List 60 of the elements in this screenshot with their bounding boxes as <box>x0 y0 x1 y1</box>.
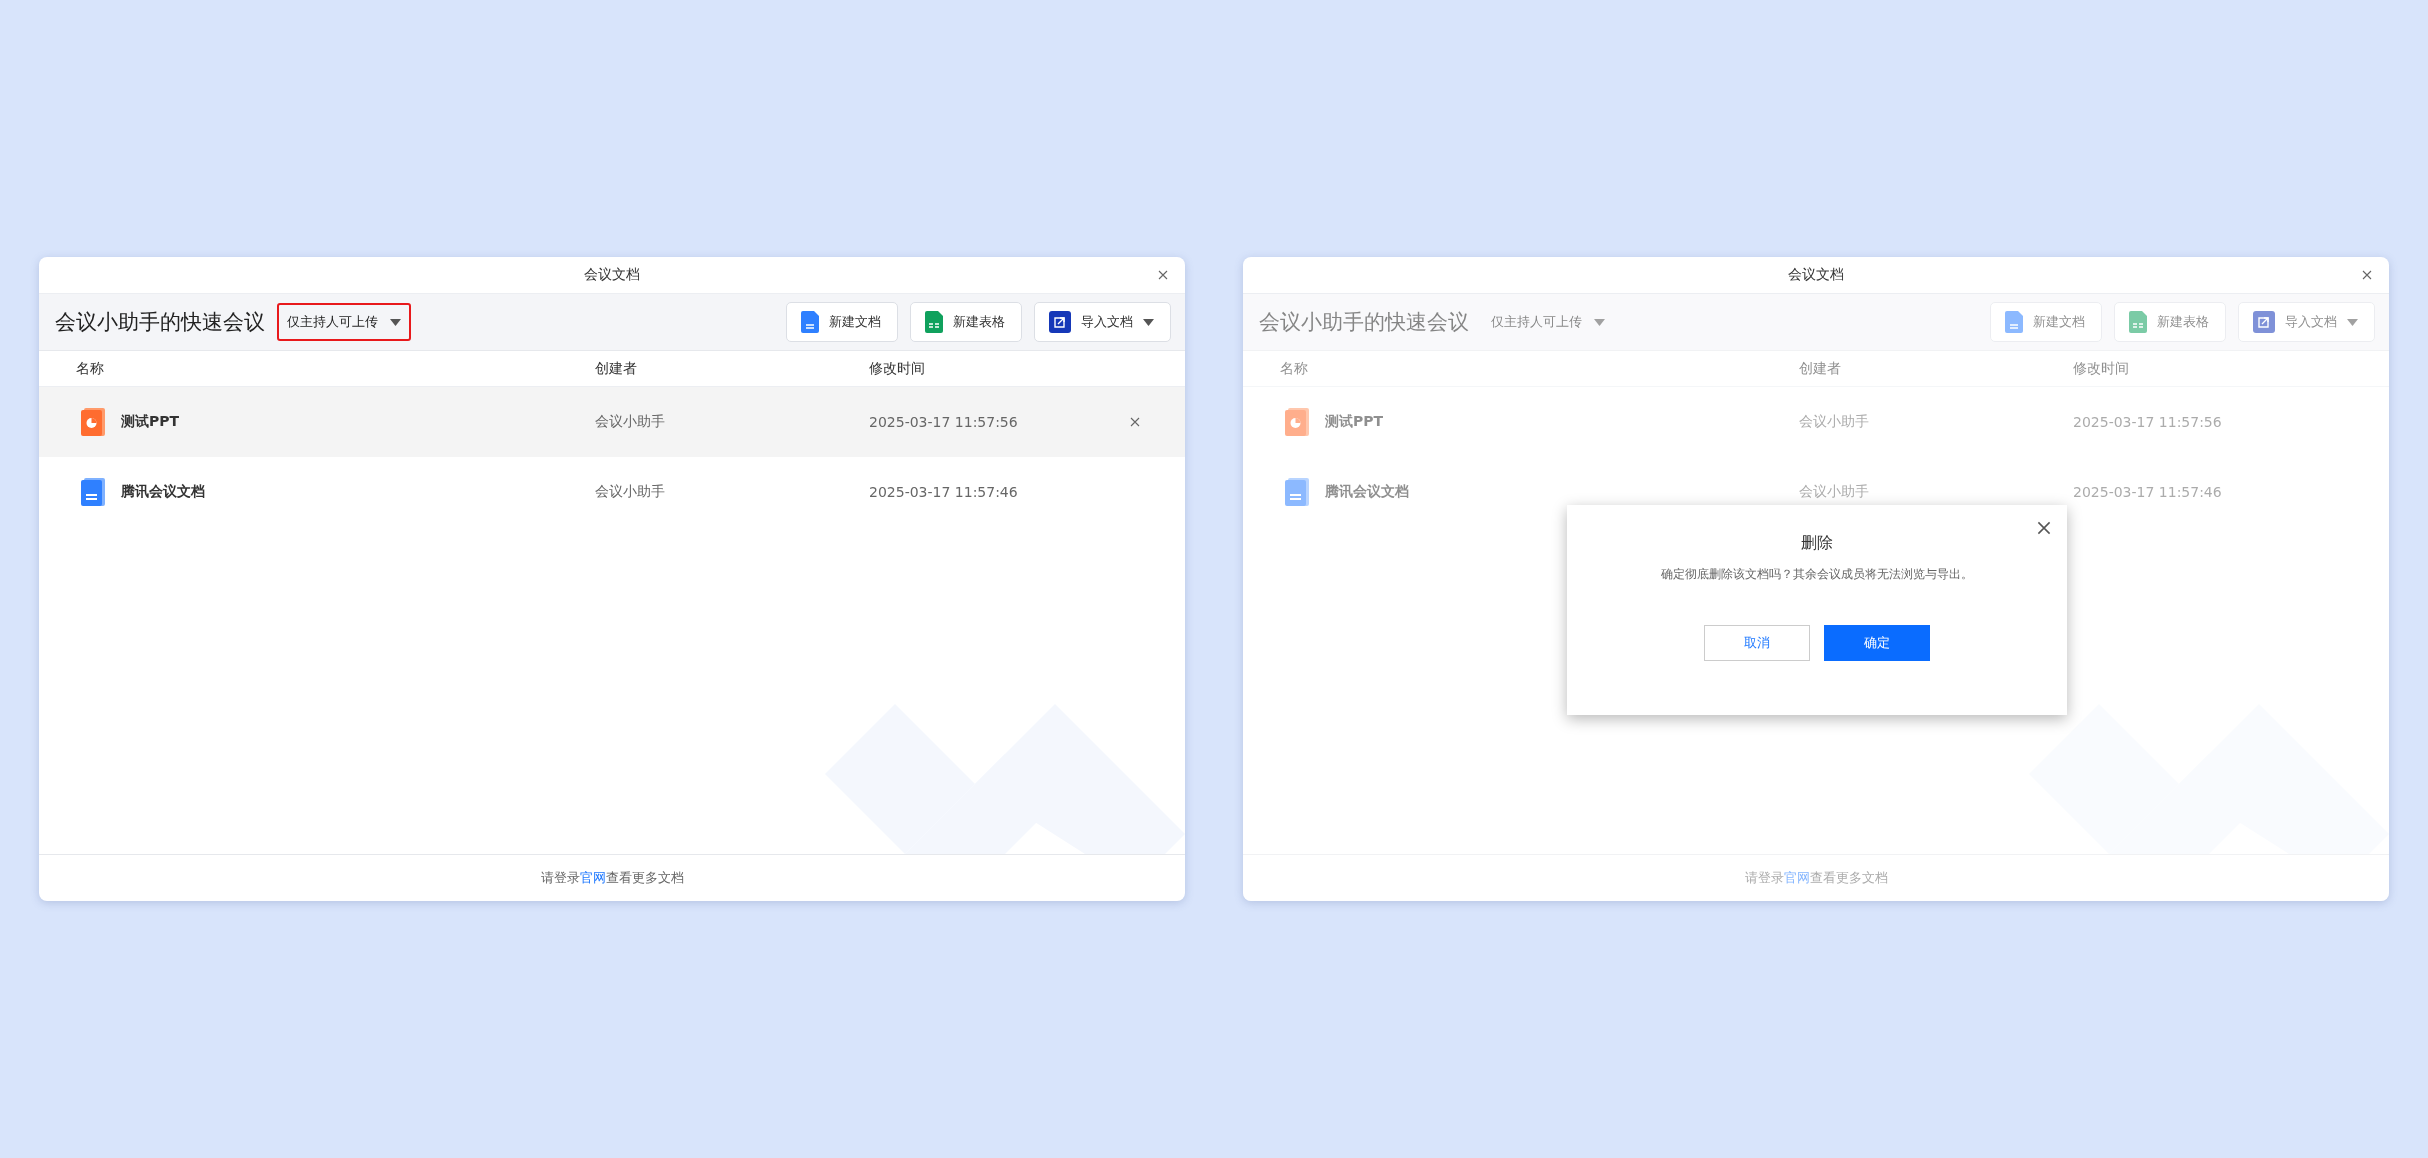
presentation-file-icon <box>81 408 105 436</box>
dialog-title: 删除 <box>1801 533 1833 554</box>
close-icon <box>2037 521 2051 535</box>
caret-icon <box>390 318 401 326</box>
footer-text: 请登录官网查看更多文档 <box>540 869 684 887</box>
file-row[interactable]: 腾讯会议文档 会议小助手 2025-03-17 11:57:46 <box>39 457 1185 527</box>
document-file-icon <box>1285 478 1309 506</box>
permission-dropdown[interactable]: 仅主持人可上传 <box>1481 303 1615 341</box>
presentation-file-icon <box>1285 408 1309 436</box>
website-link[interactable]: 官网 <box>1783 870 1810 885</box>
window-title: 会议文档 <box>1788 266 1844 284</box>
file-row[interactable]: 测试PPT 会议小助手 2025-03-17 11:57:56 <box>39 387 1185 457</box>
document-file-icon <box>81 478 105 506</box>
document-icon <box>801 311 819 333</box>
toolbar-button[interactable]: 导入文档 <box>2238 302 2375 342</box>
column-header: 修改时间 <box>869 359 926 378</box>
toolbar-button[interactable]: 新建表格 <box>910 302 1022 342</box>
file-name: 测试PPT <box>121 413 180 431</box>
dialog-message: 确定彻底删除该文档吗？其余会议成员将无法浏览与导出。 <box>1661 566 1973 583</box>
import-icon <box>1049 311 1071 333</box>
creator-cell-text: 会议小助手 <box>1799 413 1870 431</box>
close-icon <box>1130 417 1140 427</box>
toolbar-button[interactable]: 新建表格 <box>2114 302 2226 342</box>
spreadsheet-icon <box>2129 311 2147 333</box>
confirm-button[interactable]: 确定 <box>1824 625 1930 661</box>
column-header: 修改时间 <box>2073 359 2130 378</box>
file-name: 腾讯会议文档 <box>121 483 205 501</box>
file-name: 腾讯会议文档 <box>1325 483 1409 501</box>
creator-cell-text: 会议小助手 <box>595 483 666 501</box>
caret-icon <box>1143 318 1154 326</box>
creator-cell-text: 会议小助手 <box>595 413 666 431</box>
import-icon <box>2253 311 2275 333</box>
toolbar-button[interactable]: 导入文档 <box>1034 302 1171 342</box>
modified-time-cell-text: 2025-03-17 11:57:46 <box>2073 484 2223 500</box>
toolbar-button[interactable]: 新建文档 <box>786 302 898 342</box>
meeting-title: 会议小助手的快速会议 <box>55 309 265 336</box>
creator-cell-text: 会议小助手 <box>1799 483 1870 501</box>
website-link[interactable]: 官网 <box>579 870 606 885</box>
close-icon <box>1158 270 1168 280</box>
cancel-button[interactable]: 取消 <box>1704 625 1810 661</box>
modified-time-cell-text: 2025-03-17 11:57:46 <box>869 484 1019 500</box>
window-title: 会议文档 <box>584 266 640 284</box>
column-header: 名称 <box>1280 359 1309 378</box>
spreadsheet-icon <box>925 311 943 333</box>
file-name: 测试PPT <box>1325 413 1384 431</box>
column-header: 创建者 <box>1799 359 1842 378</box>
permission-dropdown[interactable]: 仅主持人可上传 <box>277 303 411 341</box>
close-icon <box>2362 270 2372 280</box>
footer-text: 请登录官网查看更多文档 <box>1744 869 1888 887</box>
meeting-title: 会议小助手的快速会议 <box>1259 309 1469 336</box>
caret-icon <box>2347 318 2358 326</box>
document-icon <box>2005 311 2023 333</box>
modified-time-cell-text: 2025-03-17 11:57:56 <box>869 414 1019 430</box>
caret-icon <box>1594 318 1605 326</box>
file-row[interactable]: 腾讯会议文档 会议小助手 2025-03-17 11:57:46 <box>1243 457 2389 527</box>
modified-time-cell-text: 2025-03-17 11:57:56 <box>2073 414 2223 430</box>
toolbar-button[interactable]: 新建文档 <box>1990 302 2102 342</box>
column-header: 名称 <box>76 359 105 378</box>
column-header: 创建者 <box>595 359 638 378</box>
file-row[interactable]: 测试PPT 会议小助手 2025-03-17 11:57:56 <box>1243 387 2389 457</box>
